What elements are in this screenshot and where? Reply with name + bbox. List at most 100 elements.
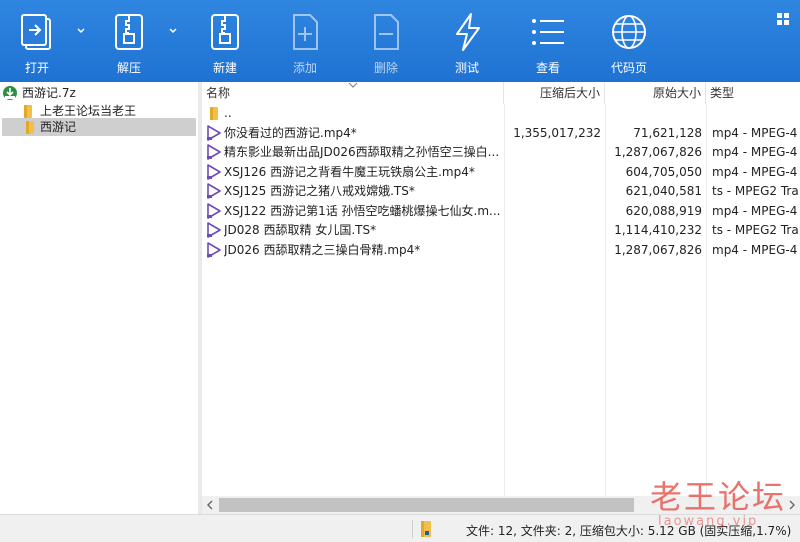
video-file-icon bbox=[207, 163, 221, 180]
new-archive-icon bbox=[211, 14, 239, 50]
packed-size bbox=[504, 143, 601, 162]
file-type: ts - MPEG2 Tra bbox=[712, 184, 799, 198]
view-label: 查看 bbox=[535, 61, 560, 75]
tree-item-archive[interactable]: 西游记.7z bbox=[2, 84, 192, 102]
codepage-button[interactable]: 代码页 bbox=[608, 0, 650, 82]
file-type: mp4 - MPEG-4 bbox=[712, 125, 798, 140]
folder-icon bbox=[26, 121, 34, 134]
extract-button[interactable]: 解压 bbox=[107, 0, 151, 82]
video-file-icon bbox=[207, 144, 221, 160]
folder-icon bbox=[24, 105, 32, 118]
test-label: 测试 bbox=[454, 61, 479, 75]
tree-archive-label: 西游记.7z bbox=[22, 86, 76, 100]
file-row[interactable]: JD028 西舔取精 女儿国.TS* 1,114,410,232 ts - MPEG… bbox=[202, 221, 800, 240]
file-type: mp4 - MPEG-4 bbox=[712, 203, 798, 218]
packed-size bbox=[504, 202, 601, 221]
file-name: XSJ125 西游记之猪八戒戏嫦娥.TS* bbox=[224, 184, 415, 198]
file-name: 你没看过的西游记.mp4* bbox=[224, 125, 357, 140]
file-row[interactable]: XSJ122 西游记第1话 孙悟空吃蟠桃爆操七仙女.m... 620,088,91… bbox=[202, 202, 800, 221]
file-name: 精东影业最新出品JD026西舔取精之孙悟空三操白... bbox=[224, 145, 500, 159]
video-file-icon bbox=[207, 183, 221, 199]
tree-item-folder-selected[interactable]: 西游记 bbox=[2, 118, 196, 136]
video-file-icon bbox=[207, 124, 221, 141]
file-type: mp4 - MPEG-4 bbox=[712, 145, 798, 159]
delete-icon bbox=[374, 14, 399, 50]
column-header-name-label: 名称 bbox=[206, 86, 231, 100]
original-size: 1,287,067,826 bbox=[614, 145, 702, 159]
layout-grid-icon[interactable] bbox=[776, 12, 790, 26]
extract-label: 解压 bbox=[116, 61, 141, 75]
original-size: 620,088,919 bbox=[625, 203, 702, 218]
parent-folder-row[interactable]: .. bbox=[202, 104, 800, 123]
packed-size bbox=[504, 241, 601, 260]
video-file-icon bbox=[207, 202, 221, 219]
original-size bbox=[605, 104, 702, 123]
new-archive-label: 新建 bbox=[212, 61, 237, 75]
file-name: JD026 西舔取精之三操白骨精.mp4* bbox=[224, 242, 421, 257]
original-size: 621,040,581 bbox=[625, 184, 702, 198]
file-type: mp4 - MPEG-4 bbox=[712, 242, 798, 257]
column-header-size[interactable]: 原始大小 bbox=[605, 82, 706, 104]
tree-folder-label: 西游记 bbox=[40, 120, 77, 134]
test-icon bbox=[456, 13, 480, 51]
add-button[interactable]: 添加 bbox=[284, 0, 326, 82]
add-icon bbox=[293, 14, 318, 50]
status-text: 文件: 12, 文件夹: 2, 压缩包大小: 5.12 GB (固实压缩,1.7… bbox=[466, 524, 792, 538]
sort-descending-icon bbox=[348, 82, 358, 88]
file-type: mp4 - MPEG-4 bbox=[712, 164, 798, 179]
file-row[interactable]: JD026 西舔取精之三操白骨精.mp4* 1,287,067,826 mp4 - … bbox=[202, 241, 800, 260]
folder-icon bbox=[210, 107, 218, 120]
open-label: 打开 bbox=[24, 61, 49, 75]
open-button[interactable]: 打开 bbox=[16, 0, 58, 82]
file-row[interactable]: XSJ126 西游记之背看牛魔王玩铁扇公主.mp4* 604,705,050 mp4… bbox=[202, 163, 800, 182]
delete-button[interactable]: 删除 bbox=[365, 0, 407, 82]
column-header-name[interactable]: 名称 bbox=[202, 82, 504, 104]
original-size: 71,621,128 bbox=[633, 125, 702, 140]
column-header-packed-size[interactable]: 压缩后大小 bbox=[504, 82, 605, 104]
file-type bbox=[712, 104, 800, 123]
delete-label: 删除 bbox=[373, 61, 398, 75]
file-row[interactable]: 精东影业最新出品JD026西舔取精之孙悟空三操白... 1,287,067,826… bbox=[202, 143, 800, 162]
extract-dropdown-chevron-icon[interactable] bbox=[168, 26, 178, 36]
open-icon bbox=[21, 14, 51, 50]
video-file-icon bbox=[207, 241, 221, 258]
status-bar: 文件: 12, 文件夹: 2, 压缩包大小: 5.12 GB (固实压缩,1.7… bbox=[0, 514, 800, 542]
scroll-right-icon[interactable] bbox=[784, 496, 800, 514]
horizontal-scrollbar[interactable] bbox=[202, 496, 800, 514]
column-header-row: 名称 压缩后大小 原始大小 类型 bbox=[202, 82, 800, 104]
extract-icon bbox=[115, 14, 143, 50]
video-file-icon bbox=[207, 222, 221, 238]
open-dropdown-chevron-icon[interactable] bbox=[76, 26, 86, 36]
test-button[interactable]: 测试 bbox=[446, 0, 488, 82]
codepage-label: 代码页 bbox=[610, 61, 647, 75]
folder-tree: 西游记.7z 上老王论坛当老王 西游记 bbox=[0, 82, 199, 514]
file-name: .. bbox=[224, 106, 232, 120]
toolbar: 打开 解压 新建 添加 删除 测试 查看 代码页 bbox=[0, 0, 800, 82]
file-list: 名称 压缩后大小 原始大小 类型 .. 你没看过的西游记.mp4* 1,355,01… bbox=[202, 82, 800, 496]
file-row[interactable]: 你没看过的西游记.mp4* 1,355,017,232 71,621,128 mp4 … bbox=[202, 124, 800, 143]
view-icon bbox=[532, 19, 564, 45]
view-button[interactable]: 查看 bbox=[526, 0, 570, 82]
globe-icon bbox=[612, 15, 646, 49]
scroll-left-icon[interactable] bbox=[202, 496, 218, 514]
file-name: XSJ122 西游记第1话 孙悟空吃蟠桃爆操七仙女.m... bbox=[224, 203, 501, 218]
packed-size bbox=[504, 104, 601, 123]
archive-zip-icon bbox=[421, 521, 431, 537]
status-divider bbox=[412, 520, 413, 538]
new-archive-button[interactable]: 新建 bbox=[204, 0, 246, 82]
packed-size bbox=[504, 163, 601, 182]
packed-size: 1,355,017,232 bbox=[513, 125, 601, 140]
scrollbar-thumb[interactable] bbox=[219, 498, 634, 512]
file-type: ts - MPEG2 Tra bbox=[712, 223, 799, 237]
original-size: 604,705,050 bbox=[625, 164, 702, 179]
file-name: JD028 西舔取精 女儿国.TS* bbox=[224, 223, 377, 237]
original-size: 1,114,410,232 bbox=[614, 223, 702, 237]
packed-size bbox=[504, 182, 601, 201]
7z-archive-icon bbox=[3, 86, 17, 100]
add-label: 添加 bbox=[292, 61, 317, 75]
original-size: 1,287,067,826 bbox=[614, 242, 702, 257]
file-row[interactable]: XSJ125 西游记之猪八戒戏嫦娥.TS* 621,040,581 ts - MPE… bbox=[202, 182, 800, 201]
column-header-type[interactable]: 类型 bbox=[706, 82, 800, 104]
file-name: XSJ126 西游记之背看牛魔王玩铁扇公主.mp4* bbox=[224, 164, 475, 179]
packed-size bbox=[504, 221, 601, 240]
